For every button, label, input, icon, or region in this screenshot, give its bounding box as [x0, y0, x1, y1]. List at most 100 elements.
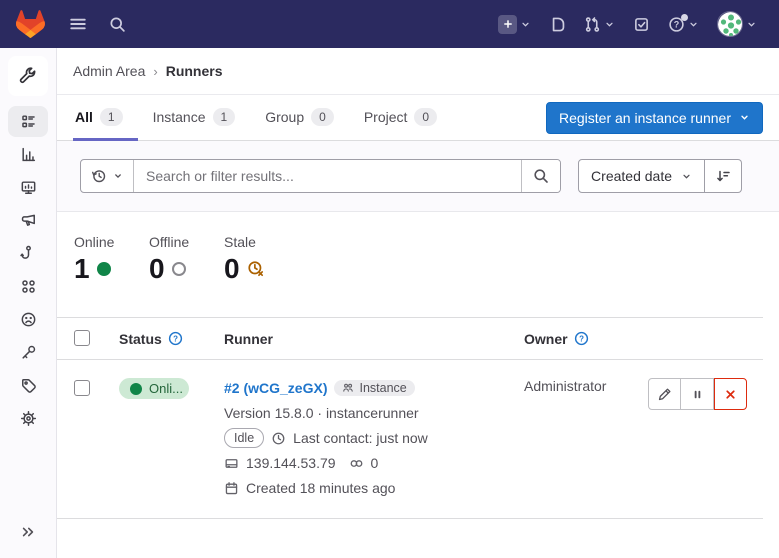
sidebar-item-applications[interactable] — [8, 271, 48, 302]
stat-label: Offline — [149, 234, 207, 250]
select-runner-checkbox[interactable] — [74, 380, 90, 396]
stat-value: 1 — [74, 253, 90, 285]
runner-related-count: 0 — [371, 455, 379, 471]
gitlab-logo[interactable] — [16, 10, 45, 38]
stale-clock-icon — [247, 260, 265, 278]
delete-runner-button[interactable] — [714, 378, 747, 410]
column-header-runner: Runner — [224, 331, 273, 347]
gear-icon — [20, 410, 37, 427]
stat-value: 0 — [224, 253, 240, 285]
stat-label: Stale — [224, 234, 282, 250]
runner-row: Onli... #2 (wCG_zeGX) Instance — [57, 360, 763, 519]
online-status-icon — [97, 262, 111, 276]
tab-instance[interactable]: Instance 1 — [138, 95, 251, 141]
runner-stats: Online 1 Offline 0 Stale 0 — [57, 212, 779, 317]
runner-status-badge: Onli... — [119, 378, 189, 399]
tab-all[interactable]: All 1 — [73, 95, 138, 141]
tab-label: Group — [265, 109, 304, 125]
double-chevron-right-icon — [20, 524, 36, 540]
stat-online: Online 1 — [74, 234, 132, 317]
runner-owner: Administrator — [524, 378, 606, 394]
svg-text:?: ? — [173, 334, 178, 343]
status-help-icon[interactable]: ? — [168, 331, 183, 346]
sidebar-item-deploy-keys[interactable] — [8, 337, 48, 368]
pause-runner-button[interactable] — [681, 378, 714, 410]
new-menu-button[interactable] — [492, 9, 537, 40]
breadcrumb-admin-area[interactable]: Admin Area — [73, 63, 145, 79]
chevron-down-icon — [746, 19, 757, 30]
column-header-owner: Owner — [524, 331, 568, 347]
search-history-dropdown[interactable] — [81, 160, 134, 192]
tab-project[interactable]: Project 0 — [349, 95, 452, 141]
key-icon — [20, 344, 37, 361]
sort-descending-icon — [715, 168, 731, 184]
sort-direction-button[interactable] — [705, 159, 742, 193]
owner-help-icon[interactable]: ? — [574, 331, 589, 346]
register-button-label: Register an instance runner — [559, 110, 731, 126]
tab-group[interactable]: Group 0 — [250, 95, 349, 141]
runner-created-ago: Created 18 minutes ago — [246, 480, 395, 496]
issues-button[interactable] — [543, 10, 572, 39]
runner-link[interactable]: #2 (wCG_zeGX) — [224, 380, 327, 396]
stat-stale: Stale 0 — [224, 234, 282, 317]
runner-type-label: Instance — [359, 381, 406, 395]
main-content: Admin Area › Runners All 1 Instance 1 — [57, 48, 779, 558]
offline-status-icon — [172, 262, 186, 276]
top-navbar: ? — [0, 0, 779, 48]
chevron-down-icon — [688, 19, 699, 30]
overview-icon — [20, 113, 37, 130]
tab-label: Project — [364, 109, 408, 125]
chevron-down-icon — [604, 19, 615, 30]
runner-activity-badge: Idle — [224, 428, 264, 448]
breadcrumb: Admin Area › Runners — [57, 48, 779, 95]
sidebar-admin-area-button[interactable] — [8, 56, 48, 96]
status-badge-label: Onli... — [149, 381, 183, 396]
stat-label: Online — [74, 234, 132, 250]
sidebar-item-labels[interactable] — [8, 370, 48, 401]
user-menu-button[interactable] — [711, 5, 763, 43]
sidebar-expand-button[interactable] — [12, 520, 44, 544]
navbar-search-button[interactable] — [103, 10, 132, 39]
chevron-down-icon — [739, 112, 750, 123]
search-submit-button[interactable] — [521, 160, 560, 192]
calendar-icon — [224, 481, 239, 496]
sidebar-item-system-hooks[interactable] — [8, 238, 48, 269]
filtered-search-box — [80, 159, 561, 193]
sidebar-item-analytics[interactable] — [8, 139, 48, 170]
search-input[interactable] — [134, 160, 521, 192]
hamburger-menu-button[interactable] — [63, 9, 93, 39]
chevron-down-icon — [520, 19, 531, 30]
edit-runner-button[interactable] — [648, 378, 681, 410]
runner-actions — [648, 378, 747, 410]
merge-request-icon — [584, 16, 601, 33]
runner-summary-cell: #2 (wCG_zeGX) Instance Version 15.8.0 · … — [224, 378, 515, 498]
megaphone-icon — [20, 212, 37, 229]
todos-button[interactable] — [627, 10, 656, 39]
tab-label: All — [75, 109, 93, 125]
sort-by-dropdown[interactable]: Created date — [578, 159, 705, 193]
runner-last-contact: Last contact: just now — [293, 430, 428, 446]
runners-table: Status ? Runner Owner ? — [57, 317, 779, 558]
svg-text:?: ? — [579, 334, 584, 343]
labels-icon — [20, 377, 37, 394]
issues-icon — [549, 16, 566, 33]
runner-version-line: Version 15.8.0 · instancerunner — [224, 405, 419, 421]
sidebar-item-messages[interactable] — [8, 205, 48, 236]
online-dot-icon — [130, 383, 142, 395]
sidebar-item-overview[interactable] — [8, 106, 48, 137]
sidebar-item-settings[interactable] — [8, 403, 48, 434]
breadcrumb-current: Runners — [166, 63, 223, 79]
sidebar-item-monitoring[interactable] — [8, 172, 48, 203]
tab-count-badge: 0 — [311, 108, 334, 126]
filter-bar: Created date — [57, 141, 779, 212]
table-header-row: Status ? Runner Owner ? — [57, 317, 763, 360]
help-button[interactable]: ? — [662, 10, 705, 39]
merge-requests-button[interactable] — [578, 10, 621, 39]
register-instance-runner-button[interactable]: Register an instance runner — [546, 102, 763, 134]
sidebar-item-abuse-reports[interactable] — [8, 304, 48, 335]
chart-icon — [20, 146, 37, 163]
runner-tabs: All 1 Instance 1 Group 0 Project 0 — [73, 95, 452, 140]
select-all-checkbox[interactable] — [74, 330, 90, 346]
gitlab-admin-runners-page: ? — [0, 0, 779, 558]
tab-label: Instance — [153, 109, 206, 125]
